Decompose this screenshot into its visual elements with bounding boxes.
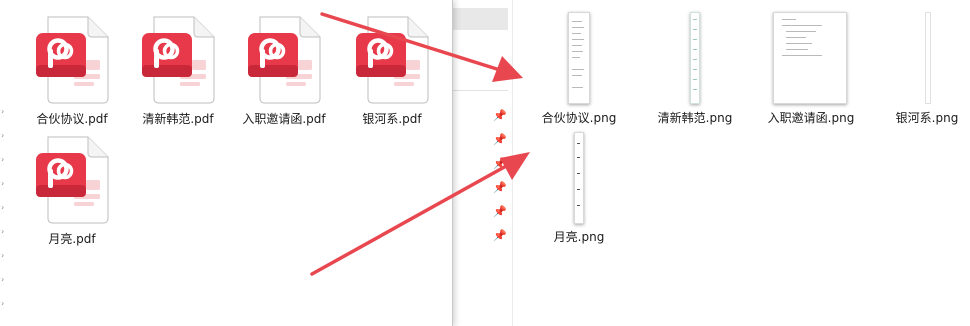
file-name: 入职邀请函.png (767, 111, 855, 125)
chevron-right-icon[interactable]: › (1, 300, 4, 308)
chevron-right-icon[interactable]: › (1, 252, 4, 260)
pdf-file-item[interactable]: 合伙协议.pdf (22, 16, 122, 127)
navigation-pane-divider (452, 90, 508, 91)
file-name: 入职邀请函.pdf (242, 112, 326, 126)
chevron-right-icon[interactable]: › (1, 156, 4, 164)
pdf-icon (354, 16, 430, 104)
chevron-right-icon[interactable]: › (1, 204, 4, 212)
pin-icon[interactable]: 📌 (493, 134, 507, 146)
png-file-item[interactable]: 入职邀请函.png (756, 0, 866, 130)
image-thumbnail (690, 12, 700, 104)
chevron-right-icon[interactable]: › (1, 180, 4, 188)
navigation-pane-header (452, 8, 508, 30)
chevron-right-icon[interactable]: › (1, 228, 4, 236)
image-thumbnail (568, 12, 590, 104)
file-name: 月亮.png (553, 230, 605, 244)
pin-icon[interactable]: 📌 (493, 206, 507, 218)
chevron-right-icon[interactable]: › (1, 108, 4, 116)
pdf-file-item[interactable]: 银河系.pdf (342, 16, 442, 127)
png-file-item[interactable]: 银河系.png (872, 0, 970, 130)
file-name: 清新韩范.pdf (142, 112, 214, 126)
image-thumbnail (773, 12, 847, 104)
pdf-icon (246, 16, 322, 104)
pdf-file-item[interactable]: 清新韩范.pdf (128, 16, 228, 127)
pin-icon[interactable]: 📌 (493, 158, 507, 170)
png-file-item[interactable]: 合伙协议.png (524, 0, 634, 130)
pdf-icon (140, 16, 216, 104)
pin-icon[interactable]: 📌 (493, 182, 507, 194)
file-name: 银河系.png (895, 111, 959, 125)
pdf-folder-window: › › › › › › › › › 合伙协议.pdf 清新韩范.pdf 入职邀请… (0, 0, 453, 326)
chevron-right-icon[interactable]: › (1, 276, 4, 284)
file-name: 合伙协议.png (541, 111, 617, 125)
image-thumbnail (574, 132, 584, 224)
tree-expander-column: › › › › › › › › › (0, 100, 10, 326)
navigation-pane-border (512, 0, 513, 326)
png-file-item[interactable]: 月亮.png (524, 130, 634, 250)
chevron-right-icon[interactable]: › (1, 132, 4, 140)
pdf-file-item[interactable]: 月亮.pdf (22, 136, 122, 247)
file-name: 清新韩范.png (657, 111, 733, 125)
file-name: 合伙协议.pdf (36, 112, 108, 126)
pin-icon[interactable]: 📌 (493, 230, 507, 242)
file-name: 银河系.pdf (362, 112, 422, 126)
pdf-icon (34, 16, 110, 104)
png-file-item[interactable]: 清新韩范.png (640, 0, 750, 130)
pdf-file-item[interactable]: 入职邀请函.pdf (234, 16, 334, 127)
image-thumbnail (925, 12, 931, 104)
file-name: 月亮.pdf (48, 232, 96, 246)
pin-icon[interactable]: 📌 (493, 110, 507, 122)
pdf-icon (34, 136, 110, 224)
